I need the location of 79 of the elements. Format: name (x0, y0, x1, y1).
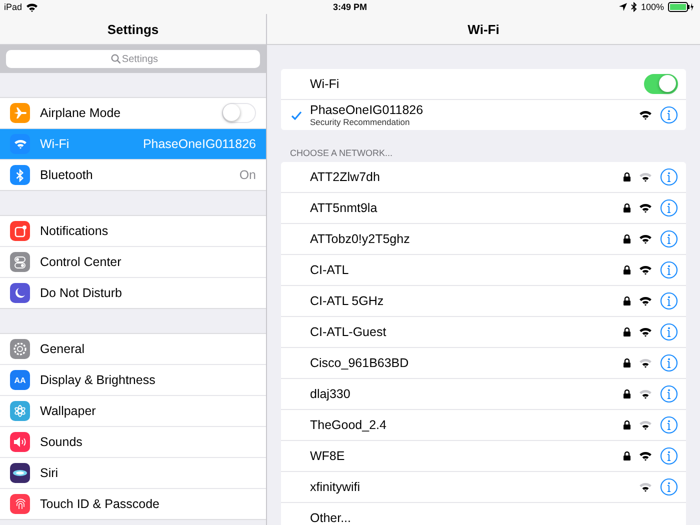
item-label: Sounds (40, 435, 84, 449)
sidebar-title: Settings (107, 22, 159, 36)
network-name: PhaseOneIG011826 (310, 103, 424, 117)
settings-item[interactable]: Sounds (0, 427, 266, 458)
text-size-icon: AA (10, 370, 30, 390)
settings-item[interactable]: Touch ID & Passcode (0, 489, 266, 519)
info-icon[interactable] (660, 416, 678, 434)
info-icon[interactable] (660, 447, 678, 465)
info-icon[interactable] (660, 292, 678, 310)
network-name: WF8E (310, 449, 346, 463)
device-name: iPad (4, 2, 22, 12)
network-name: CI-ATL 5GHz (310, 294, 385, 308)
detail-title: Wi-Fi (468, 22, 500, 36)
info-icon[interactable] (660, 354, 678, 372)
item-label: Do Not Disturb (40, 286, 123, 300)
item-label: Airplane Mode (40, 106, 122, 120)
network-name: ATT5nmt9la (310, 201, 378, 215)
status-time: 3:49 PM (333, 2, 367, 12)
item-label: Bluetooth (40, 168, 94, 182)
battery-charging-icon (668, 2, 694, 12)
network-name: xfinitywifi (310, 480, 362, 494)
network-row[interactable]: WF8E (281, 441, 686, 472)
info-icon[interactable] (660, 478, 678, 496)
other-network-row[interactable]: Other... (281, 503, 686, 525)
network-name: Cisco_961B63BD (310, 356, 410, 370)
settings-item[interactable]: Wallpaper (0, 396, 266, 427)
info-icon[interactable] (660, 261, 678, 279)
info-icon[interactable] (660, 230, 678, 248)
network-name: dlaj330 (310, 387, 352, 401)
item-value: PhaseOneIG011826 (142, 137, 256, 151)
location-arrow-icon (618, 3, 627, 11)
settings-item[interactable]: Do Not Disturb (0, 278, 266, 308)
network-row[interactable]: CI-ATL-Guest (281, 317, 686, 348)
network-row[interactable]: TheGood_2.4 (281, 410, 686, 441)
item-label: Wi-Fi (40, 137, 70, 151)
network-row[interactable]: ATT5nmt9la (281, 193, 686, 224)
network-row[interactable]: ATTobz0!y2T5ghz (281, 224, 686, 255)
network-row[interactable]: xfinitywifi (281, 472, 686, 503)
network-name: ATTobz0!y2T5ghz (310, 232, 411, 246)
wifi-label: Wi-Fi (310, 77, 340, 91)
item-label: Touch ID & Passcode (40, 497, 161, 511)
item-value: On (239, 168, 256, 182)
network-row[interactable]: CI-ATL (281, 255, 686, 286)
search-field[interactable]: Settings (6, 50, 260, 68)
item-label: Display & Brightness (40, 373, 156, 387)
item-label: Control Center (40, 255, 122, 269)
info-icon[interactable] (660, 323, 678, 341)
settings-item[interactable]: Control Center (0, 247, 266, 278)
info-icon[interactable] (660, 199, 678, 217)
network-subtitle: Security Recommendation (310, 117, 411, 127)
bluetooth-icon (630, 2, 637, 12)
settings-item[interactable]: Bluetooth On (0, 160, 266, 190)
item-label: Siri (40, 466, 60, 480)
current-network[interactable]: PhaseOneIG011826 Security Recommendation (281, 100, 686, 130)
network-name: CI-ATL (310, 263, 350, 277)
item-label: Notifications (40, 224, 110, 238)
network-row[interactable]: dlaj330 (281, 379, 686, 410)
network-name: ATT2Zlw7dh (310, 170, 381, 184)
item-label: General (40, 342, 86, 356)
info-icon[interactable] (660, 385, 678, 403)
settings-item[interactable]: General (0, 334, 266, 365)
wifi-toggle[interactable] (644, 74, 678, 94)
info-icon[interactable] (660, 106, 678, 124)
battery-percent: 100% (640, 2, 664, 12)
network-name: TheGood_2.4 (310, 418, 388, 432)
network-row[interactable]: ATT2Zlw7dh (281, 162, 686, 193)
settings-item[interactable]: Siri (0, 458, 266, 489)
search-icon (111, 54, 121, 64)
wifi-icon (26, 2, 38, 12)
network-row[interactable]: Cisco_961B63BD (281, 348, 686, 379)
other-label: Other... (310, 511, 352, 525)
network-row[interactable]: CI-ATL 5GHz (281, 286, 686, 317)
settings-item[interactable]: AA Display & Brightness (0, 365, 266, 396)
item-label: Wallpaper (40, 404, 97, 418)
settings-item[interactable]: Notifications (0, 216, 266, 247)
section-header: CHOOSE A NETWORK... (289, 147, 394, 158)
info-icon[interactable] (660, 168, 678, 186)
network-name: CI-ATL-Guest (310, 325, 388, 339)
toggle-switch[interactable] (222, 103, 256, 123)
